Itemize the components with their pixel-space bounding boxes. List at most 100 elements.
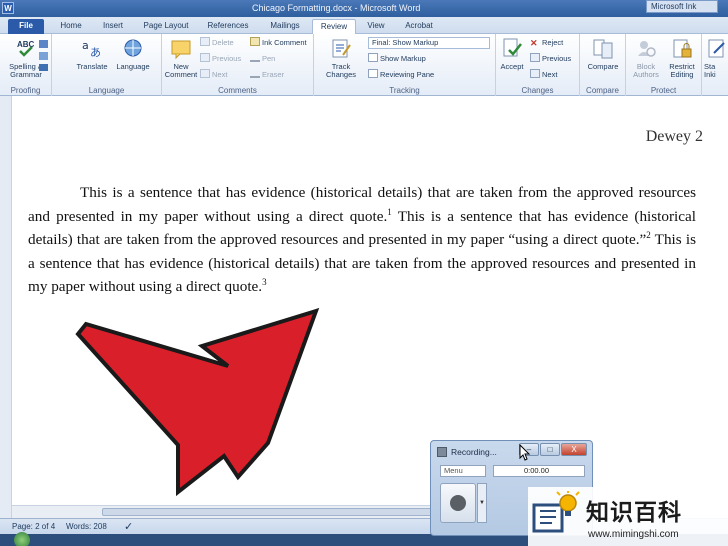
tab-acrobat[interactable]: Acrobat — [396, 19, 442, 34]
ribbon-tab-row: File Home Insert Page Layout References … — [0, 17, 728, 34]
window-title: Chicago Formatting.docx - Microsoft Word — [252, 3, 421, 13]
language-group: a あ Translate Language Language — [52, 34, 162, 96]
changes-group-label: Changes — [521, 86, 554, 95]
show-markup-icon — [368, 53, 378, 62]
translate-icon: a あ — [82, 39, 101, 59]
start-inking-button[interactable]: Sta Inki — [704, 37, 728, 79]
pen-label: Pen — [262, 54, 276, 63]
comments-group: New Comment Delete Previous Next Ink Com… — [162, 34, 314, 96]
reviewing-pane-icon — [368, 69, 378, 78]
account-box[interactable]: Microsoft Ink — [646, 0, 718, 13]
record-dot-icon — [450, 495, 466, 511]
accept-button[interactable]: Accept — [498, 37, 526, 71]
spelling-check-icon: ABC — [17, 40, 35, 57]
horizontal-scroll-thumb[interactable] — [102, 508, 432, 516]
pen-button[interactable]: Pen — [250, 53, 275, 65]
ink-comment-button[interactable]: Ink Comment — [250, 37, 307, 49]
recording-title: Recording... — [451, 447, 497, 457]
next-comment-icon — [200, 69, 210, 78]
tab-mailings[interactable]: Mailings — [262, 19, 308, 34]
restrict-editing-icon — [673, 39, 692, 58]
new-comment-button[interactable]: New Comment — [164, 37, 198, 79]
language-button[interactable]: Language — [112, 37, 154, 71]
restrict-editing-button[interactable]: Restrict Editing — [664, 37, 700, 79]
close-button[interactable]: X — [561, 443, 587, 456]
proofing-group: ABC Spelling & Grammar Proofing — [0, 34, 52, 96]
start-inking-icon — [708, 39, 725, 58]
eraser-button[interactable]: Eraser — [250, 69, 284, 81]
recorder-menu-dropdown[interactable]: Menu — [440, 465, 486, 477]
tracking-group: Track Changes Final: Show Markup Show Ma… — [314, 34, 496, 96]
tab-view[interactable]: View — [360, 19, 392, 34]
word-count[interactable]: Words: 208 — [66, 522, 107, 531]
compare-group: Compare Compare — [580, 34, 626, 96]
recording-timer: 0:00.00 — [493, 465, 585, 477]
reviewing-pane-label: Reviewing Pane — [380, 70, 435, 79]
next-comment-label: Next — [212, 70, 228, 79]
previous-comment-button[interactable]: Previous — [200, 53, 241, 65]
tracking-group-label: Tracking — [389, 86, 420, 95]
title-bar: W Chicago Formatting.docx - Microsoft Wo… — [0, 0, 728, 17]
new-comment-icon — [171, 40, 191, 60]
delete-comment-button[interactable]: Delete — [200, 37, 234, 49]
reviewing-pane-button[interactable]: Reviewing Pane — [368, 69, 434, 81]
authors-label: Authors — [633, 70, 659, 79]
page-count[interactable]: Page: 2 of 4 — [12, 522, 55, 531]
compare-icon — [593, 39, 613, 59]
word-app-icon[interactable]: W — [2, 2, 14, 14]
tab-references[interactable]: References — [200, 19, 256, 34]
record-button[interactable] — [440, 483, 476, 523]
body-paragraph[interactable]: This is a sentence that has evidence (hi… — [28, 181, 696, 299]
maximize-button[interactable]: □ — [540, 443, 560, 456]
reject-icon: ✕ — [530, 38, 538, 48]
translate-button[interactable]: a あ Translate — [72, 37, 112, 71]
next-change-button[interactable]: Next — [530, 69, 557, 81]
document-area[interactable] — [0, 96, 728, 518]
block-authors-icon — [638, 41, 656, 57]
proofing-status-icon[interactable]: ✓ — [124, 520, 133, 533]
block-authors-button[interactable]: Block Authors — [628, 37, 664, 79]
previous-change-button[interactable]: Previous — [530, 53, 571, 65]
show-markup-label: Show Markup — [380, 54, 426, 63]
footnote-ref-1[interactable]: 1 — [387, 207, 392, 217]
tab-insert[interactable]: Insert — [94, 19, 132, 34]
tab-home[interactable]: Home — [50, 19, 92, 34]
tab-file[interactable]: File — [8, 19, 44, 34]
reject-button[interactable]: ✕ Reject — [530, 37, 563, 49]
recorder-icon — [437, 447, 447, 457]
protect-group: Block Authors Restrict Editing Protect — [626, 34, 702, 96]
track-changes-button[interactable]: Track Changes — [318, 37, 364, 79]
show-markup-button[interactable]: Show Markup — [368, 53, 426, 65]
next-change-icon — [530, 69, 540, 78]
proofing-group-label: Proofing — [10, 86, 41, 95]
mouse-cursor-icon — [519, 444, 531, 461]
ribbon: ABC Spelling & Grammar Proofing a あ Tran… — [0, 34, 728, 96]
compare-label: Compare — [587, 62, 619, 71]
changes-label: Changes — [325, 70, 357, 79]
previous-change-icon — [530, 53, 540, 62]
watermark-url: www.mimingshi.com — [588, 529, 679, 540]
tab-review[interactable]: Review — [312, 19, 356, 34]
next-change-label: Next — [542, 70, 558, 79]
language-globe-icon — [124, 39, 142, 57]
ink-comment-icon — [250, 37, 260, 46]
research-icons[interactable] — [38, 39, 50, 73]
horizontal-scrollbar[interactable] — [12, 505, 436, 518]
delete-label: Delete — [212, 38, 234, 47]
translate-label: Translate — [76, 62, 108, 71]
tab-page-layout[interactable]: Page Layout — [138, 19, 194, 34]
footnote-ref-3[interactable]: 3 — [262, 277, 267, 287]
previous-comment-icon — [200, 53, 210, 62]
start-orb-icon[interactable] — [14, 532, 30, 546]
changes-group: Accept ✕ Reject Previous Next Changes — [496, 34, 580, 96]
page-header: Dewey 2 — [645, 128, 703, 145]
svg-text:a: a — [82, 39, 89, 52]
next-comment-button[interactable]: Next — [200, 69, 227, 81]
compare-button[interactable]: Compare — [582, 37, 624, 71]
display-for-review-dropdown[interactable]: Final: Show Markup — [368, 37, 490, 49]
editing-label: Editing — [670, 70, 694, 79]
compare-group-label: Compare — [586, 86, 619, 95]
previous-change-label: Previous — [542, 54, 572, 63]
record-options-dropdown[interactable]: ▼ — [477, 483, 487, 523]
inki-label: Inki — [704, 70, 716, 79]
